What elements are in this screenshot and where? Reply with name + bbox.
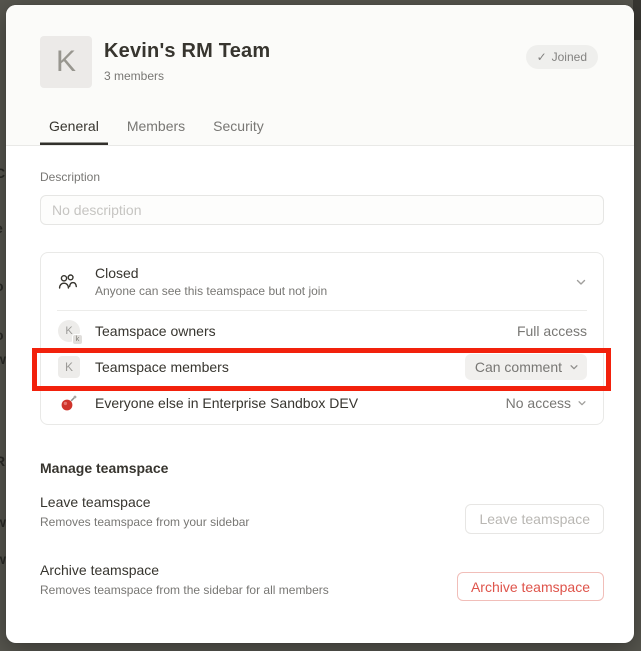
joined-badge[interactable]: ✓ Joined [526,45,598,69]
teamspace-settings-dialog: K Kevin's RM Team 3 members ✓ Joined Gen… [6,5,634,643]
page-title: Kevin's RM Team [104,40,270,63]
chevron-down-icon [569,362,579,372]
access-value: Full access [517,323,587,339]
permission-row-owners: K k Teamspace owners Full access [41,313,603,349]
member-count: 3 members [104,69,270,83]
description-input[interactable] [40,195,604,225]
people-icon [57,272,77,292]
archive-description: Removes teamspace from the sidebar for a… [40,583,329,597]
pushpin-icon [57,394,81,412]
description-label: Description [40,170,100,184]
teamspace-avatar: K [40,36,92,88]
permissions-card: Closed Anyone can see this teamspace but… [40,252,604,425]
avatar-badge: k [72,334,83,345]
leave-teamspace-button[interactable]: Leave teamspace [465,504,604,534]
joined-label: Joined [552,50,587,64]
tab-bar: General Members Security [40,118,283,145]
access-level-text: Closed Anyone can see this teamspace but… [95,265,575,298]
leave-description: Removes teamspace from your sidebar [40,515,249,529]
leave-title: Leave teamspace [40,494,151,510]
chevron-down-icon [575,276,587,288]
tab-members[interactable]: Members [118,118,194,145]
members-access-dropdown[interactable]: Can comment [465,354,587,380]
chevron-down-icon [577,398,587,408]
title-block: Kevin's RM Team 3 members [104,40,270,83]
permission-row-members: K Teamspace members Can comment [41,349,603,385]
row-label: Teamspace members [95,359,465,375]
permission-row-everyone: Everyone else in Enterprise Sandbox DEV … [41,385,603,421]
row-label: Everyone else in Enterprise Sandbox DEV [95,395,506,411]
archive-teamspace-button[interactable]: Archive teamspace [457,572,604,601]
row-label: Teamspace owners [95,323,517,339]
tab-general[interactable]: General [40,118,108,145]
access-level-title: Closed [95,265,575,281]
owners-avatar: K k [57,320,81,342]
members-avatar: K [57,356,81,378]
access-level-subtitle: Anyone can see this teamspace but not jo… [95,284,575,298]
dialog-header: K Kevin's RM Team 3 members ✓ Joined Gen… [6,5,634,146]
avatar-letter: K [56,45,76,79]
manage-heading: Manage teamspace [40,460,168,476]
tab-security[interactable]: Security [204,118,273,145]
background-artifact-strip [633,0,641,40]
archive-title: Archive teamspace [40,562,159,578]
screen: { "colors": { "overlay": "#56554e", "ann… [0,0,641,651]
divider [57,310,587,311]
access-level-dropdown[interactable]: Closed Anyone can see this teamspace but… [41,253,603,309]
everyone-access-dropdown[interactable]: No access [506,395,587,411]
check-icon: ✓ [537,50,547,64]
